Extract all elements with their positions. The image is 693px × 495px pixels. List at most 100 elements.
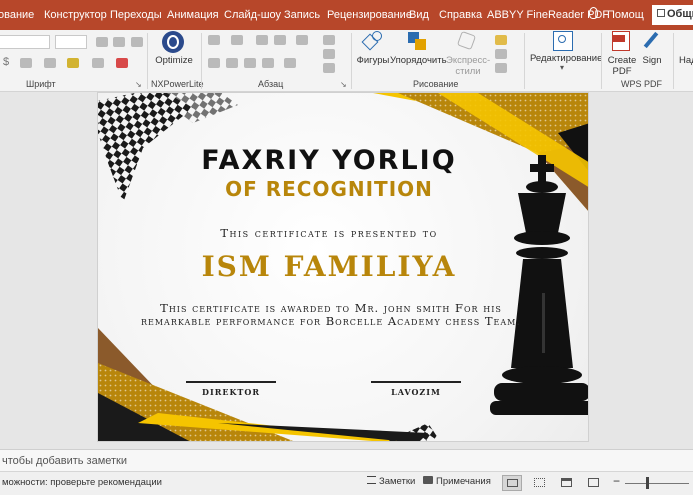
signature-label-right: LAVOZIM: [391, 387, 441, 397]
share-label: Общи: [667, 8, 693, 20]
signature-label-left: DIREKTOR: [202, 387, 260, 397]
font-dialog-launcher-icon[interactable]: ↘: [135, 80, 142, 89]
increase-font-icon[interactable]: [96, 37, 108, 47]
ribbon-separator: [601, 33, 602, 89]
normal-view-icon: [507, 479, 518, 487]
ribbon-separator: [351, 33, 352, 89]
tab-review[interactable]: Рецензирование: [327, 9, 412, 21]
shapes-button[interactable]: Фигуры: [356, 55, 390, 66]
ribbon-separator: [201, 33, 202, 89]
arrange-button[interactable]: Упорядочить: [390, 55, 447, 66]
strikethrough-icon[interactable]: $: [3, 56, 9, 68]
align-right-icon[interactable]: [244, 58, 256, 68]
tab-slideshow[interactable]: Слайд-шоу: [224, 9, 281, 21]
create-pdf-button[interactable]: Create: [606, 55, 638, 66]
align-left-icon[interactable]: [208, 58, 220, 68]
create-pdf-button-line2: PDF: [612, 66, 632, 77]
slide-sorter-icon: [534, 478, 545, 487]
sign-button[interactable]: Sign: [638, 55, 666, 66]
slide-canvas: FAXRIY YORLIQ OF RECOGNITION This certif…: [0, 92, 693, 447]
font-size-field[interactable]: [55, 35, 87, 49]
shape-fill-icon[interactable]: [495, 35, 507, 45]
slide-sorter-view-button[interactable]: [530, 475, 550, 491]
comments-toggle-label: Примечания: [436, 476, 491, 487]
bullets-icon[interactable]: [208, 35, 220, 45]
text-direction-icon[interactable]: [323, 35, 335, 45]
find-icon[interactable]: [553, 31, 573, 51]
smartart-icon[interactable]: [323, 63, 335, 73]
tell-me-search[interactable]: Помощ: [607, 9, 644, 21]
quick-styles-button-line2: стили: [455, 66, 481, 77]
zoom-slider-thumb[interactable]: [646, 477, 649, 489]
group-label-paragraph: Абзац: [258, 79, 284, 89]
signature-line-right: [371, 381, 461, 383]
presented-to-text: This certificate is presented to: [220, 226, 438, 240]
comments-toggle-button[interactable]: Примечания: [423, 476, 491, 487]
accessibility-status[interactable]: можности: проверьте рекомендации: [2, 477, 162, 488]
group-label-drawing: Рисование: [413, 79, 459, 89]
shape-effects-icon[interactable]: [495, 63, 507, 73]
columns-icon[interactable]: [284, 58, 296, 68]
text-effects-icon[interactable]: [92, 58, 104, 68]
recipient-name: ISM FAMILIYA: [201, 250, 457, 283]
zoom-out-button[interactable]: −: [613, 474, 620, 488]
tab-help[interactable]: Справка: [439, 9, 482, 21]
reading-view-button[interactable]: [557, 475, 577, 491]
optimize-icon[interactable]: [162, 31, 184, 53]
create-pdf-icon[interactable]: [612, 31, 630, 51]
shapes-icon[interactable]: [361, 30, 384, 52]
arrange-icon[interactable]: [406, 30, 428, 52]
decrease-indent-icon[interactable]: [256, 35, 268, 45]
award-description: This certificate is awarded to Mr. john …: [141, 301, 521, 328]
status-bar: можности: проверьте рекомендации Заметки…: [0, 471, 693, 495]
tab-design[interactable]: Конструктор: [44, 9, 107, 21]
sign-icon[interactable]: [642, 31, 662, 51]
notes-placeholder: чтобы добавить заметки: [2, 455, 128, 467]
change-case-icon[interactable]: [44, 58, 56, 68]
align-center-icon[interactable]: [226, 58, 238, 68]
zoom-slider[interactable]: [625, 483, 689, 484]
group-label-font: Шрифт: [26, 79, 56, 89]
certificate-slide[interactable]: FAXRIY YORLIQ OF RECOGNITION This certif…: [97, 92, 589, 442]
slideshow-icon: [588, 478, 599, 487]
notes-toggle-button[interactable]: Заметки: [367, 476, 415, 487]
group-label-nxpowerlite: NXPowerLite: [151, 79, 204, 89]
tab-transitions[interactable]: Переходы: [110, 9, 162, 21]
notes-pane[interactable]: чтобы добавить заметки: [0, 449, 693, 471]
optimize-button[interactable]: Optimize: [154, 55, 194, 66]
normal-view-button[interactable]: [502, 475, 522, 491]
ribbon: $ Шрифт ↘ Optimize NXPowerLite Абзац ↘ Ф…: [0, 30, 693, 92]
clear-format-icon[interactable]: [131, 37, 143, 47]
font-name-field[interactable]: [0, 35, 50, 49]
line-spacing-icon[interactable]: [296, 35, 308, 45]
paragraph-dialog-launcher-icon[interactable]: ↘: [340, 80, 347, 89]
increase-indent-icon[interactable]: [274, 35, 286, 45]
decrease-font-icon[interactable]: [113, 37, 125, 47]
notes-icon: [367, 476, 376, 484]
justify-icon[interactable]: [262, 58, 274, 68]
ribbon-separator: [147, 33, 148, 89]
tab-view[interactable]: Вид: [409, 9, 429, 21]
group-label-wps-pdf: WPS PDF: [621, 79, 663, 89]
lightbulb-icon: [589, 7, 598, 19]
ribbon-separator: [673, 33, 674, 89]
numbering-icon[interactable]: [231, 35, 243, 45]
tab-record[interactable]: Запись: [284, 9, 320, 21]
chevron-down-icon: ▾: [560, 63, 565, 72]
quick-styles-button[interactable]: Экспресс-: [446, 55, 490, 66]
tab-animations[interactable]: Анимация: [167, 9, 219, 21]
slideshow-view-button[interactable]: [584, 475, 604, 491]
highlight-icon[interactable]: [67, 58, 79, 68]
ribbon-separator: [524, 33, 525, 89]
align-text-icon[interactable]: [323, 49, 335, 59]
tab-home-cut[interactable]: ование: [0, 9, 34, 21]
signature-line-left: [186, 381, 276, 383]
char-spacing-icon[interactable]: [20, 58, 32, 68]
shape-outline-icon[interactable]: [495, 49, 507, 59]
font-color-icon[interactable]: [116, 58, 128, 68]
addin-button-cut[interactable]: Над: [679, 55, 693, 66]
ribbon-tab-bar: ование Конструктор Переходы Анимация Сла…: [0, 0, 693, 30]
share-button[interactable]: Общи: [652, 5, 693, 25]
share-icon: [657, 9, 665, 17]
quick-styles-icon[interactable]: [456, 30, 478, 52]
